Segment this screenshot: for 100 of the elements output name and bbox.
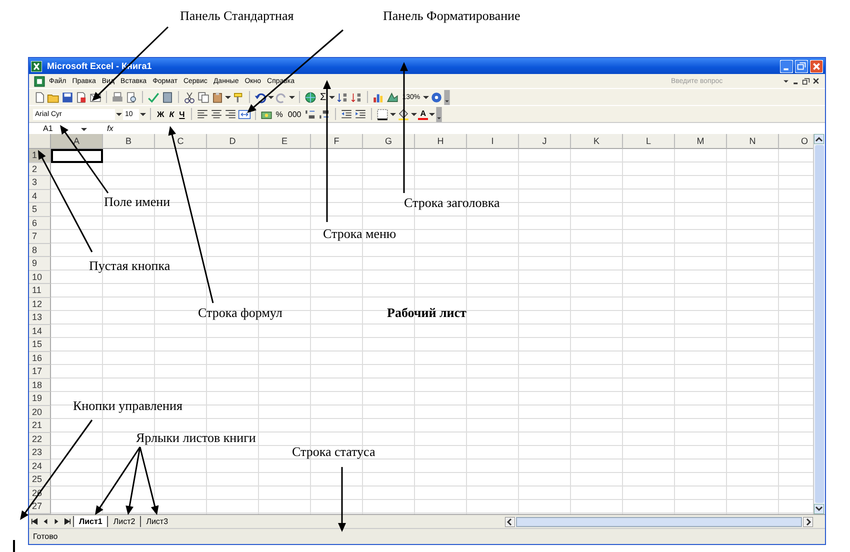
callout-label: Строка статуса (292, 444, 376, 460)
close-button[interactable] (810, 60, 823, 72)
column-header[interactable]: F (311, 134, 363, 149)
brush-icon[interactable] (232, 90, 245, 104)
text-cursor-mark (13, 540, 15, 552)
row-header[interactable]: 5 (29, 203, 51, 216)
scroll-left-icon[interactable] (505, 516, 515, 526)
sort-descending-icon[interactable] (350, 90, 364, 104)
row-header[interactable]: 10 (29, 270, 51, 284)
column-header[interactable]: L (623, 134, 675, 149)
next-sheet-icon[interactable] (53, 518, 60, 525)
sort-ascending-icon[interactable] (336, 90, 350, 104)
row-header[interactable]: 9 (29, 257, 51, 270)
percent-style-button[interactable]: % (274, 110, 285, 118)
printer-icon[interactable] (111, 90, 124, 104)
row-header[interactable]: 11 (29, 284, 51, 298)
arrow (338, 467, 346, 532)
row-header[interactable]: 12 (29, 298, 51, 311)
column-header[interactable]: H (415, 134, 467, 149)
toolbar-options-icon[interactable] (444, 90, 450, 104)
print-preview-icon[interactable] (125, 90, 138, 104)
row-header[interactable]: 6 (29, 216, 51, 230)
row-header[interactable]: 27 (29, 500, 51, 514)
column-header[interactable]: K (571, 134, 623, 149)
column-header[interactable]: C (155, 134, 207, 149)
column-header[interactable]: J (519, 134, 571, 149)
first-sheet-icon[interactable] (31, 518, 38, 525)
row-header[interactable]: 23 (29, 446, 51, 460)
sheet-tab[interactable]: Лист1 (73, 516, 108, 527)
thousands-separator-button[interactable]: 000 (286, 110, 304, 118)
undo-icon[interactable] (254, 90, 267, 104)
spellcheck-icon[interactable] (147, 90, 160, 104)
sheet-tab[interactable]: Лист3 (140, 516, 174, 527)
bold-button[interactable]: Ж (155, 110, 166, 118)
callout-label: Кнопки управления (73, 398, 182, 414)
autosum-button[interactable]: Σ (318, 92, 328, 102)
merge-cells-icon[interactable] (238, 108, 251, 120)
callout-label: Строка формул (198, 305, 282, 321)
fill-bucket-icon[interactable] (397, 108, 410, 120)
scroll-thumb[interactable] (815, 145, 824, 503)
decrease-decimal-icon[interactable] (318, 108, 332, 120)
function-label[interactable]: fx (107, 124, 118, 133)
row-header[interactable]: 16 (29, 352, 51, 365)
minimize-button[interactable] (780, 60, 793, 72)
sheet-tab[interactable]: Лист2 (107, 516, 140, 527)
scissors-icon[interactable] (183, 90, 196, 104)
callout-label: Строка заголовка (404, 195, 500, 211)
last-sheet-icon[interactable] (64, 518, 71, 525)
align-left-icon[interactable] (196, 108, 209, 120)
row-header[interactable]: 22 (29, 432, 51, 446)
vertical-scrollbar[interactable] (813, 134, 825, 514)
row-header[interactable]: 13 (29, 311, 51, 324)
name-box[interactable]: A1 (29, 124, 81, 133)
column-header[interactable]: I (467, 134, 519, 149)
help-icon[interactable] (430, 90, 444, 104)
italic-button[interactable]: К (167, 110, 176, 118)
column-header[interactable]: A (51, 134, 103, 149)
row-header[interactable]: 8 (29, 244, 51, 257)
font-color-button[interactable]: A (418, 108, 428, 120)
row-header[interactable]: 25 (29, 473, 51, 486)
globe-icon[interactable] (304, 90, 317, 104)
previous-sheet-icon[interactable] (42, 518, 49, 525)
restore-icon[interactable] (802, 77, 810, 85)
document-icon[interactable] (33, 74, 46, 88)
row-header[interactable]: 7 (29, 230, 51, 244)
underline-button[interactable]: Ч (177, 110, 187, 118)
increase-decimal-icon[interactable] (304, 108, 318, 120)
row-header[interactable]: 17 (29, 365, 51, 378)
caret-icon[interactable] (782, 77, 790, 85)
column-header[interactable]: O (779, 134, 813, 149)
indent-icon[interactable] (354, 108, 368, 120)
row-header[interactable]: 20 (29, 406, 51, 419)
row-header[interactable]: 4 (29, 190, 51, 203)
status-text: Готово (33, 532, 58, 541)
scroll-up-icon[interactable] (814, 134, 824, 144)
active-cell[interactable] (51, 149, 103, 162)
clipboard-icon[interactable] (211, 90, 224, 104)
column-header[interactable]: E (259, 134, 311, 149)
outdent-icon[interactable] (340, 108, 354, 120)
row-header[interactable]: 21 (29, 419, 51, 432)
row-header[interactable]: 19 (29, 392, 51, 406)
scroll-down-icon[interactable] (814, 504, 824, 514)
toolbar-options-icon[interactable] (436, 106, 442, 122)
column-header[interactable]: D (207, 134, 259, 149)
column-header[interactable]: M (675, 134, 727, 149)
column-header[interactable]: G (363, 134, 415, 149)
restore-button[interactable] (795, 60, 808, 72)
row-header[interactable]: 18 (29, 378, 51, 392)
align-center-icon[interactable] (210, 108, 223, 120)
align-right-icon[interactable] (224, 108, 237, 120)
row-header[interactable]: 3 (29, 176, 51, 190)
scroll-right-icon[interactable] (803, 516, 813, 526)
row-header[interactable]: 15 (29, 338, 51, 352)
close-icon[interactable] (812, 77, 820, 85)
column-header[interactable]: B (103, 134, 155, 149)
copy-icon[interactable] (197, 90, 210, 104)
column-header[interactable]: N (727, 134, 779, 149)
row-header[interactable]: 14 (29, 324, 51, 338)
row-header[interactable]: 24 (29, 460, 51, 473)
borders-icon[interactable] (376, 108, 390, 120)
